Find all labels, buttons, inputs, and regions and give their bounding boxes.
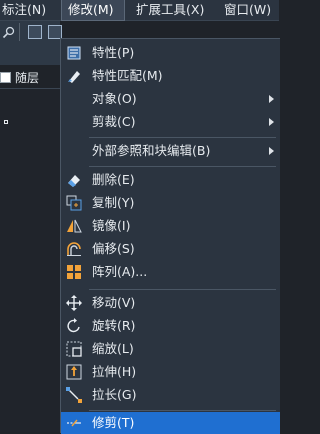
menu-item-label: 删除(E) [92, 172, 135, 187]
menu-item-label: 拉长(G) [92, 387, 137, 402]
menu-item-match-properties[interactable]: 特性匹配(M) [61, 65, 280, 87]
menu-item-rotate[interactable]: 旋转(R) [61, 315, 280, 337]
menu-item-label: 镜像(I) [92, 218, 131, 233]
grip-marker [4, 120, 8, 124]
divider [0, 88, 60, 89]
menu-item-clip[interactable]: 剪裁(C) [61, 111, 280, 133]
menu-divider [89, 137, 276, 138]
eraser-icon [66, 172, 82, 188]
menu-item-label: 缩放(L) [92, 341, 134, 356]
scale-icon [66, 341, 82, 357]
submenu-arrow-icon [269, 118, 274, 126]
menu-item-stretch[interactable]: 拉伸(H) [61, 361, 280, 383]
menu-item-label: 偏移(S) [92, 241, 135, 256]
menu-item-label: 剪裁(C) [92, 114, 136, 129]
menu-item-array[interactable]: 阵列(A)... [61, 261, 280, 283]
menu-bar: 标注(N) 修改(M) 扩展工具(X) 窗口(W) [0, 0, 279, 21]
menu-item-scale[interactable]: 缩放(L) [61, 338, 280, 360]
layer-name: 随层 [15, 71, 40, 85]
drawing-canvas[interactable] [0, 89, 60, 432]
menu-item-label: 旋转(R) [92, 318, 136, 333]
menu-item-label: 特性匹配(M) [92, 68, 163, 83]
menu-item-label: 对象(O) [92, 91, 137, 106]
menu-divider [89, 289, 276, 290]
menu-item-copy[interactable]: 复制(Y) [61, 192, 280, 214]
menu-divider [89, 166, 276, 167]
menu-item-label: 移动(V) [92, 295, 136, 310]
menu-item-lengthen[interactable]: 拉长(G) [61, 384, 280, 406]
menu-item-move[interactable]: 移动(V) [61, 292, 280, 314]
menu-item-xref-block-edit[interactable]: 外部参照和块编辑(B) [61, 140, 280, 162]
match-properties-icon [66, 68, 82, 84]
menu-item-mirror[interactable]: 镜像(I) [61, 215, 280, 237]
menu-item-erase[interactable]: 删除(E) [61, 169, 280, 191]
copy-icon [66, 195, 82, 211]
stretch-icon [66, 364, 82, 380]
layer-properties-icon[interactable] [28, 25, 42, 39]
modify-dropdown-menu: 特性(P) 特性匹配(M) 对象(O) 剪裁(C) 外部参照和块编辑(B) 删除… [60, 38, 280, 434]
menu-item-label: 复制(Y) [92, 195, 135, 210]
menu-divider [89, 410, 276, 411]
layer-state-icon[interactable] [48, 25, 62, 39]
menu-item-label: 外部参照和块编辑(B) [92, 143, 211, 158]
properties-icon [66, 45, 82, 61]
array-icon [66, 264, 82, 280]
menu-item-label: 修剪(T) [92, 415, 135, 430]
menu-item-label: 阵列(A)... [92, 264, 148, 279]
submenu-arrow-icon [269, 147, 274, 155]
toolbar-row [0, 21, 62, 43]
menu-item-label: 拉伸(H) [92, 364, 137, 379]
lengthen-icon [66, 387, 82, 403]
move-icon [66, 295, 82, 311]
menu-item-object[interactable]: 对象(O) [61, 88, 280, 110]
menu-item-trim[interactable]: 修剪(T) [61, 412, 280, 434]
menu-item-properties[interactable]: 特性(P) [61, 42, 280, 64]
menu-extension-tools[interactable]: 扩展工具(X) [136, 0, 204, 20]
menu-annotate[interactable]: 标注(N) [2, 0, 46, 20]
rotate-icon [66, 318, 82, 334]
menu-item-offset[interactable]: 偏移(S) [61, 238, 280, 260]
toolbar [0, 21, 62, 65]
menu-window[interactable]: 窗口(W) [224, 0, 271, 20]
submenu-arrow-icon [269, 95, 274, 103]
menu-item-label: 特性(P) [92, 45, 135, 60]
mirror-icon [66, 218, 82, 234]
layer-selector[interactable]: 随层 [0, 70, 60, 86]
offset-icon [66, 241, 82, 257]
toolbar-separator [19, 23, 20, 41]
menu-modify[interactable]: 修改(M) [61, 0, 125, 21]
layer-color-swatch [0, 72, 11, 83]
trim-icon [66, 415, 82, 431]
zoom-icon[interactable] [2, 25, 16, 39]
